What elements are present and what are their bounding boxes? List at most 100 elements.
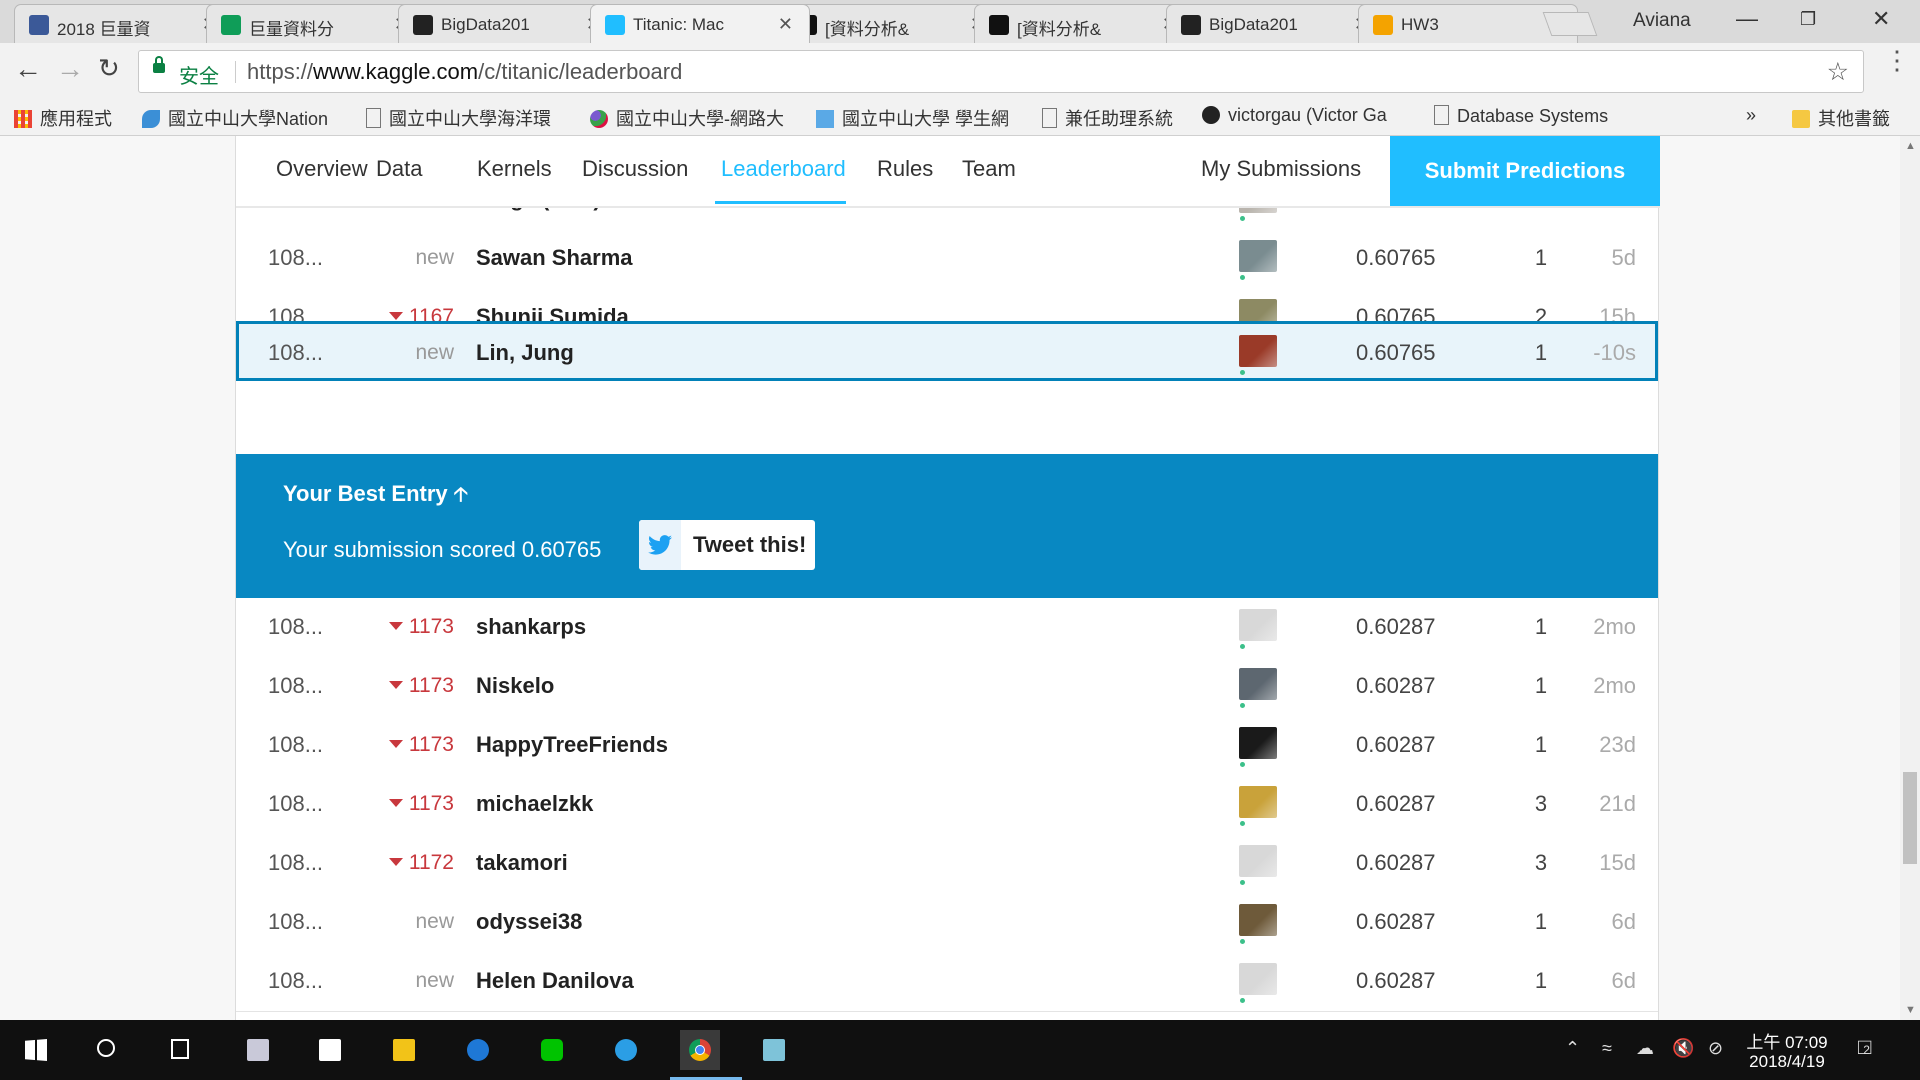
volume-muted-icon[interactable]: 🔇	[1672, 1038, 1694, 1059]
team-name[interactable]: michaelzkk	[476, 791, 593, 817]
address-bar[interactable]: 安全 https://www.kaggle.com/c/titanic/lead…	[138, 50, 1864, 93]
edge-icon[interactable]	[458, 1030, 498, 1070]
score: 0.60287	[1356, 732, 1436, 757]
online-status-dot	[1240, 939, 1245, 944]
paint-icon[interactable]	[238, 1030, 278, 1070]
avatar[interactable]	[1239, 727, 1277, 759]
team-name[interactable]: shankarps	[476, 614, 586, 640]
browser-tab[interactable]: [資料分析&✕	[974, 4, 1194, 43]
forward-icon[interactable]: →	[56, 53, 84, 85]
avatar[interactable]	[1239, 609, 1277, 641]
internet-explorer-icon[interactable]	[606, 1030, 646, 1070]
avatar[interactable]	[1239, 845, 1277, 877]
scroll-down-icon[interactable]: ▼	[1905, 1004, 1916, 1016]
browser-tab[interactable]: Titanic: Mac ✕	[590, 4, 810, 43]
team-name[interactable]: takamori	[476, 850, 568, 876]
team-name[interactable]: odyssei38	[476, 909, 582, 935]
stop-icon[interactable]: ⊘	[1708, 1038, 1723, 1059]
line-icon[interactable]	[532, 1030, 572, 1070]
leaderboard-row[interactable]: 108... new odyssei38 0.60287 1 6d	[236, 893, 1658, 953]
team-name[interactable]: Lin, Jung	[476, 340, 574, 366]
bookmark-item[interactable]: 國立中山大學海洋環	[366, 105, 551, 131]
onedrive-icon[interactable]: ☁	[1636, 1038, 1654, 1059]
avatar[interactable]	[1239, 786, 1277, 818]
bookmarks-overflow-button[interactable]: »	[1746, 105, 1756, 126]
url-text[interactable]: https://www.kaggle.com/c/titanic/leaderb…	[247, 59, 682, 85]
my-leaderboard-row[interactable]: 108... new Lin, Jung 0.60765 1 -10s	[236, 321, 1658, 381]
browser-tab[interactable]: HW3✕	[1358, 4, 1578, 43]
team-name[interactable]: Sawan Sharma	[476, 245, 633, 271]
tab-leaderboard[interactable]: Leaderboard	[721, 156, 846, 182]
onenote-icon[interactable]	[754, 1030, 794, 1070]
search-icon[interactable]	[88, 1030, 128, 1070]
reload-icon[interactable]: ↻	[98, 53, 120, 84]
browser-menu-icon[interactable]: ⋮	[1884, 47, 1910, 73]
show-hidden-icons-icon[interactable]: ⌃	[1565, 1038, 1580, 1059]
bookmark-item[interactable]: 國立中山大學 學生網	[816, 105, 1009, 131]
bookmark-item[interactable]: Database Systems	[1434, 105, 1608, 127]
tab-team[interactable]: Team	[962, 156, 1016, 182]
leaderboard-row[interactable]: 108... 1173 michaelzkk 0.60287 3 21d	[236, 775, 1658, 835]
team-name[interactable]: Helen Danilova	[476, 968, 634, 994]
restore-icon[interactable]: ❐	[1800, 9, 1816, 30]
bookmark-item[interactable]: victorgau (Victor Ga	[1202, 105, 1387, 126]
submit-predictions-button[interactable]: Submit Predictions	[1390, 136, 1660, 206]
avatar[interactable]	[1239, 668, 1277, 700]
browser-tab[interactable]: 2018 巨量資✕	[14, 4, 234, 43]
bookmark-item[interactable]: 兼任助理系統	[1042, 105, 1173, 131]
avatar[interactable]	[1239, 904, 1277, 936]
back-icon[interactable]: ←	[14, 53, 42, 85]
leaderboard-row[interactable]: 108... 1172 takamori 0.60287 3 15d	[236, 834, 1658, 894]
browser-tab[interactable]: BigData201✕	[1166, 4, 1386, 43]
scrollbar-thumb[interactable]	[1903, 772, 1917, 864]
other-bookmarks[interactable]: 其他書籤	[1792, 105, 1890, 131]
tab-title: BigData201	[441, 15, 530, 34]
chrome-icon[interactable]	[680, 1030, 720, 1070]
tab-close-icon[interactable]: ✕	[778, 14, 793, 35]
browser-tab[interactable]: 巨量資料分✕	[206, 4, 426, 43]
my-submissions-link[interactable]: My Submissions	[1201, 156, 1361, 182]
scroll-up-icon[interactable]: ▲	[1905, 140, 1916, 152]
github-icon	[413, 15, 433, 35]
page-scrollbar[interactable]: ▲ ▼	[1900, 136, 1920, 1020]
new-tab-button[interactable]	[1542, 12, 1598, 36]
avatar[interactable]	[1239, 240, 1277, 272]
tab-kernels[interactable]: Kernels	[477, 156, 552, 182]
leaderboard-row[interactable]: 108... 1173 Niskelo 0.60287 1 2mo	[236, 657, 1658, 717]
clock-time[interactable]: 上午 07:09	[1742, 1028, 1832, 1053]
bookmark-item[interactable]: 國立中山大學-網路大	[590, 105, 784, 131]
leaderboard-row[interactable]: 108... new Helen Danilova 0.60287 1 6d	[236, 952, 1658, 1012]
team-name[interactable]: HappyTreeFriends	[476, 732, 668, 758]
wifi-icon[interactable]: ≈	[1602, 1038, 1612, 1059]
leaderboard-row[interactable]: 108... new Sawan Sharma 0.60765 1 5d	[236, 229, 1658, 289]
browser-tab[interactable]: [資料分析&✕	[782, 4, 1002, 43]
minimize-icon[interactable]: —	[1736, 6, 1758, 32]
notifications-icon[interactable]: □2	[1858, 1034, 1871, 1060]
tab-discussion[interactable]: Discussion	[582, 156, 688, 182]
bookmark-star-icon[interactable]: ☆	[1827, 57, 1849, 87]
start-icon[interactable]	[16, 1030, 56, 1070]
tab-data[interactable]: Data	[376, 156, 422, 182]
close-window-icon[interactable]: ✕	[1872, 6, 1890, 32]
tab-overview[interactable]: Overview	[276, 156, 368, 182]
medium-icon	[989, 15, 1009, 35]
team-name[interactable]: Niskelo	[476, 673, 554, 699]
avatar[interactable]	[1239, 335, 1277, 367]
mail-icon[interactable]	[310, 1030, 350, 1070]
page-icon	[1434, 105, 1449, 125]
competition-nav: Overview Data Kernels Discussion Leaderb…	[236, 136, 1660, 208]
clock-date[interactable]: 2018/4/19	[1742, 1052, 1832, 1072]
browser-tab[interactable]: BigData201✕	[398, 4, 618, 43]
bookmark-apps[interactable]: 應用程式	[14, 105, 112, 131]
apps-grid-icon	[14, 110, 32, 128]
leaderboard-row[interactable]: 108... 1173 shankarps 0.60287 1 2mo	[236, 598, 1658, 658]
tweet-button[interactable]: Tweet this!	[639, 520, 815, 570]
avatar[interactable]	[1239, 963, 1277, 995]
leaderboard-row[interactable]: 108... 1173 HappyTreeFriends 0.60287 1 23d	[236, 716, 1658, 776]
file-explorer-icon[interactable]	[384, 1030, 424, 1070]
tab-rules[interactable]: Rules	[877, 156, 933, 182]
task-view-icon[interactable]	[160, 1030, 200, 1070]
bookmark-item[interactable]: 國立中山大學Nation	[142, 105, 328, 131]
entries-count: 1	[1534, 245, 1548, 270]
profile-name[interactable]: Aviana	[1633, 10, 1691, 32]
